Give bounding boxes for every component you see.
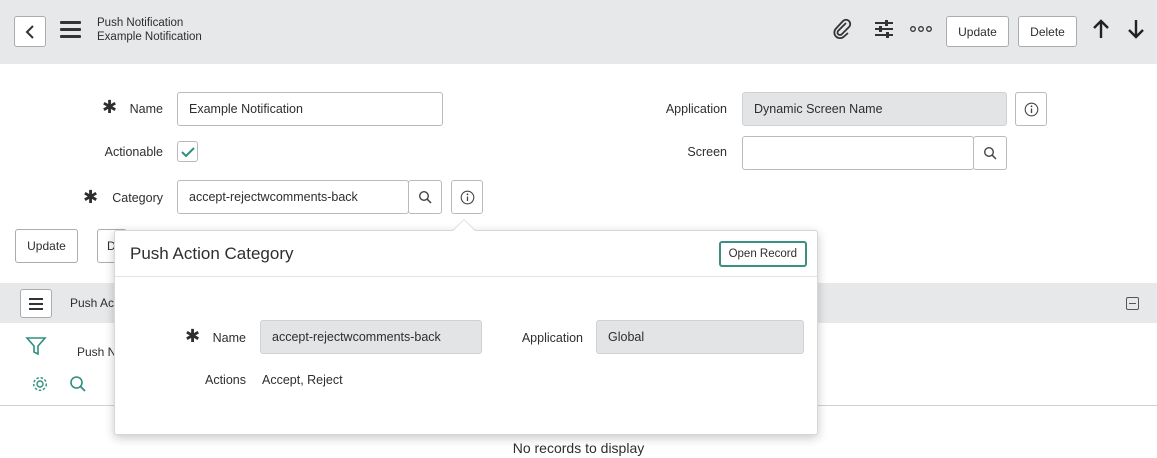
- empty-list-message: No records to display: [512, 440, 645, 456]
- form-title-record: Example Notification: [97, 31, 202, 43]
- search-icon: [418, 190, 432, 204]
- actionable-label: Actionable: [104, 145, 163, 159]
- popover-title: Push Action Category: [130, 244, 294, 263]
- category-info-button[interactable]: [451, 180, 483, 214]
- menu-icon: [29, 297, 43, 310]
- required-asterisk-icon: ✱: [102, 97, 118, 117]
- reference-popover: Push Action Category Open Record ✱ Name …: [114, 230, 818, 435]
- related-list-title: Push Ac: [70, 296, 115, 310]
- application-field: Dynamic Screen Name: [742, 92, 1007, 126]
- settings-sliders-icon[interactable]: [873, 18, 895, 40]
- more-options-icon[interactable]: [909, 24, 933, 34]
- application-info-button[interactable]: [1015, 92, 1047, 126]
- category-field[interactable]: accept-rejectwcomments-back: [177, 180, 409, 214]
- screen-lookup-button[interactable]: [973, 136, 1007, 170]
- popover-application-field: Global: [596, 320, 804, 354]
- popover-name-label: Name: [212, 331, 246, 345]
- required-asterisk-icon: ✱: [83, 187, 99, 207]
- name-label: Name: [129, 102, 163, 116]
- related-list-menu-button[interactable]: [20, 289, 52, 318]
- gear-icon[interactable]: [31, 375, 49, 398]
- popover-actions-label: Actions: [205, 373, 246, 387]
- name-field[interactable]: Example Notification: [177, 92, 443, 126]
- arrow-down-icon[interactable]: [1127, 18, 1145, 45]
- header-update-button[interactable]: Update: [946, 16, 1009, 47]
- header-delete-button[interactable]: Delete: [1018, 16, 1077, 47]
- attachment-icon[interactable]: [832, 18, 852, 40]
- actionable-checkbox[interactable]: [177, 141, 198, 162]
- search-icon[interactable]: [69, 375, 87, 398]
- form-title: Push Notification Example Notification: [97, 16, 202, 44]
- chevron-left-icon: [25, 24, 34, 39]
- category-label: Category: [112, 191, 163, 205]
- popover-header: Push Action Category Open Record: [115, 231, 817, 277]
- back-button[interactable]: [14, 16, 46, 47]
- filter-icon[interactable]: [25, 335, 47, 362]
- info-icon: [1024, 102, 1038, 116]
- collapse-icon[interactable]: [1126, 297, 1139, 310]
- update-button[interactable]: Update: [15, 229, 78, 263]
- popover-actions-value: Accept, Reject: [262, 373, 343, 387]
- form-title-table: Push Notification: [97, 17, 184, 29]
- application-label: Application: [665, 102, 727, 116]
- popover-caret-inner: [453, 220, 475, 231]
- screen-field[interactable]: [742, 136, 974, 170]
- popover-name-field: accept-rejectwcomments-back: [260, 320, 482, 354]
- popover-application-label: Application: [521, 331, 583, 345]
- category-lookup-button[interactable]: [408, 180, 442, 214]
- required-asterisk-icon: ✱: [185, 326, 201, 346]
- arrow-up-icon[interactable]: [1092, 18, 1110, 45]
- filter-breadcrumb[interactable]: Push N: [77, 345, 116, 359]
- info-icon: [460, 190, 474, 204]
- checkmark-icon: [180, 146, 195, 157]
- screen-label: Screen: [687, 145, 727, 159]
- open-record-button[interactable]: Open Record: [718, 241, 807, 267]
- search-icon: [983, 146, 997, 160]
- menu-icon[interactable]: [60, 21, 81, 39]
